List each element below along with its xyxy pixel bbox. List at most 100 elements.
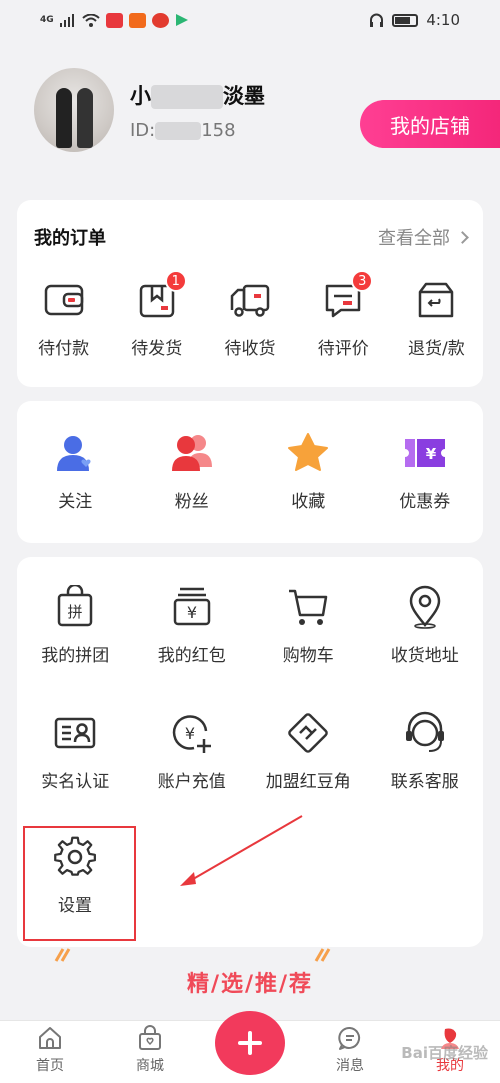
service-real-name[interactable]: 实名认证	[17, 711, 134, 792]
battery-icon	[392, 13, 419, 27]
status-bar: 4G 4:10	[0, 0, 500, 40]
avatar[interactable]	[34, 68, 114, 152]
truck-icon	[228, 278, 272, 322]
service-label: 加盟红豆角	[265, 772, 351, 792]
service-label: 收货地址	[390, 646, 459, 666]
weibo-icon	[151, 12, 169, 28]
order-status-row: 待付款 1 待发货 待收货 3 待评价 退货/款	[17, 270, 483, 359]
order-item-to-review[interactable]: 3 待评价	[297, 270, 390, 359]
service-label: 购物车	[282, 646, 334, 666]
comment-icon: 3	[321, 270, 374, 322]
username: 小 淡墨	[130, 80, 265, 110]
avatar-figure-right	[77, 88, 93, 148]
svg-text:拼: 拼	[68, 603, 83, 621]
order-item-refund[interactable]: 退货/款	[390, 278, 483, 359]
social-card: 关注 粉丝 收藏 ¥ 优惠券	[17, 401, 483, 543]
handshake-icon	[286, 711, 330, 755]
location-icon	[403, 585, 447, 629]
settings-highlight-box	[23, 826, 136, 941]
orders-title: 我的订单	[34, 228, 106, 249]
follow-user-icon	[53, 431, 97, 475]
avatar-figure-left	[56, 88, 72, 148]
social-item-label: 关注	[58, 492, 93, 512]
status-right: 4:10	[369, 11, 460, 29]
my-shop-button[interactable]: 我的店铺	[360, 100, 500, 148]
tab-home[interactable]: 首页	[0, 1021, 100, 1083]
social-item-follow[interactable]: 关注	[17, 431, 134, 512]
service-label: 联系客服	[390, 772, 459, 792]
order-item-to-receive[interactable]: 待收货	[203, 278, 296, 359]
home-icon	[39, 1027, 61, 1049]
username-blur	[151, 85, 223, 109]
services-row-2: 实名认证 ¥ 账户充值 加盟红豆角 联系客服	[17, 711, 483, 792]
star-icon	[286, 431, 330, 475]
tab-publish[interactable]	[200, 1011, 300, 1083]
order-item-to-ship[interactable]: 1 待发货	[110, 270, 203, 359]
service-label: 账户充值	[157, 772, 226, 792]
services-row-1: 拼 我的拼团 ¥ 我的红包 购物车 收货地址	[17, 583, 484, 666]
view-all-orders-link[interactable]: 查看全部	[378, 224, 469, 250]
service-address[interactable]: 收货地址	[367, 585, 484, 666]
user-id-prefix: ID:	[130, 120, 156, 141]
recharge-icon: ¥	[170, 711, 214, 755]
service-label: 我的红包	[157, 646, 226, 666]
order-item-label: 退货/款	[408, 339, 465, 359]
status-left: 4G	[40, 12, 189, 28]
tab-messages[interactable]: 消息	[300, 1021, 400, 1083]
coupon-icon: ¥	[403, 431, 447, 475]
service-group-buy[interactable]: 拼 我的拼团	[17, 583, 134, 666]
service-label: 实名认证	[41, 772, 110, 792]
service-customer-support[interactable]: 联系客服	[367, 711, 484, 792]
publish-plus-button[interactable]	[215, 1011, 285, 1075]
annotation-arrow	[180, 815, 303, 886]
user-id: ID: 158	[130, 120, 236, 141]
user-id-blur	[155, 122, 202, 140]
orders-card: 我的订单 查看全部 待付款 1 待发货 待收货 3 待评价 退货/款	[17, 200, 483, 387]
return-box-icon	[414, 278, 458, 322]
svg-text:¥: ¥	[187, 603, 197, 622]
app-notification-icon	[105, 12, 123, 28]
username-start: 小	[130, 84, 151, 108]
chevron-right-icon	[456, 230, 469, 244]
social-item-label: 粉丝	[174, 492, 209, 512]
order-item-pending-payment[interactable]: 待付款	[17, 278, 110, 359]
service-label: 我的拼团	[41, 646, 110, 666]
wifi-icon	[81, 13, 100, 27]
shop-notification-icon	[128, 12, 146, 28]
group-buy-icon: 拼	[53, 583, 97, 629]
social-item-favorites[interactable]: 收藏	[250, 431, 367, 512]
svg-text:¥: ¥	[426, 445, 437, 463]
username-end: 淡墨	[223, 84, 265, 108]
to-ship-badge: 1	[164, 270, 187, 292]
signal-icon	[59, 13, 74, 27]
service-franchise[interactable]: 加盟红豆角	[250, 711, 367, 792]
tab-label: 消息	[336, 1058, 364, 1074]
featured-title: 精/选/推/荐	[186, 972, 314, 997]
tab-label: 商城	[136, 1058, 164, 1074]
fans-icon	[170, 431, 214, 475]
id-card-icon	[53, 711, 97, 755]
social-item-coupons[interactable]: ¥ 优惠券	[367, 431, 484, 512]
headphone-icon	[370, 13, 384, 27]
watermark: Bai百度经验	[401, 1044, 488, 1062]
plus-icon	[238, 1031, 262, 1055]
social-item-label: 收藏	[291, 492, 326, 512]
view-all-label: 查看全部	[378, 228, 450, 249]
tab-mall[interactable]: 商城	[100, 1021, 200, 1083]
headset-icon	[403, 711, 447, 755]
service-red-packet[interactable]: ¥ 我的红包	[134, 585, 251, 666]
wallet-icon	[42, 278, 86, 322]
cart-icon	[286, 585, 330, 629]
shop-bag-icon	[139, 1025, 161, 1050]
network-label: 4G	[40, 15, 54, 25]
service-cart[interactable]: 购物车	[250, 585, 367, 666]
svg-text:¥: ¥	[185, 724, 195, 743]
tab-label: 首页	[36, 1058, 64, 1074]
order-item-label: 待评价	[317, 339, 369, 359]
service-recharge[interactable]: ¥ 账户充值	[134, 711, 251, 792]
order-item-label: 待发货	[131, 339, 183, 359]
clock: 4:10	[426, 11, 460, 29]
to-review-badge: 3	[351, 270, 374, 292]
red-packet-icon: ¥	[170, 585, 214, 629]
social-item-fans[interactable]: 粉丝	[134, 431, 251, 512]
